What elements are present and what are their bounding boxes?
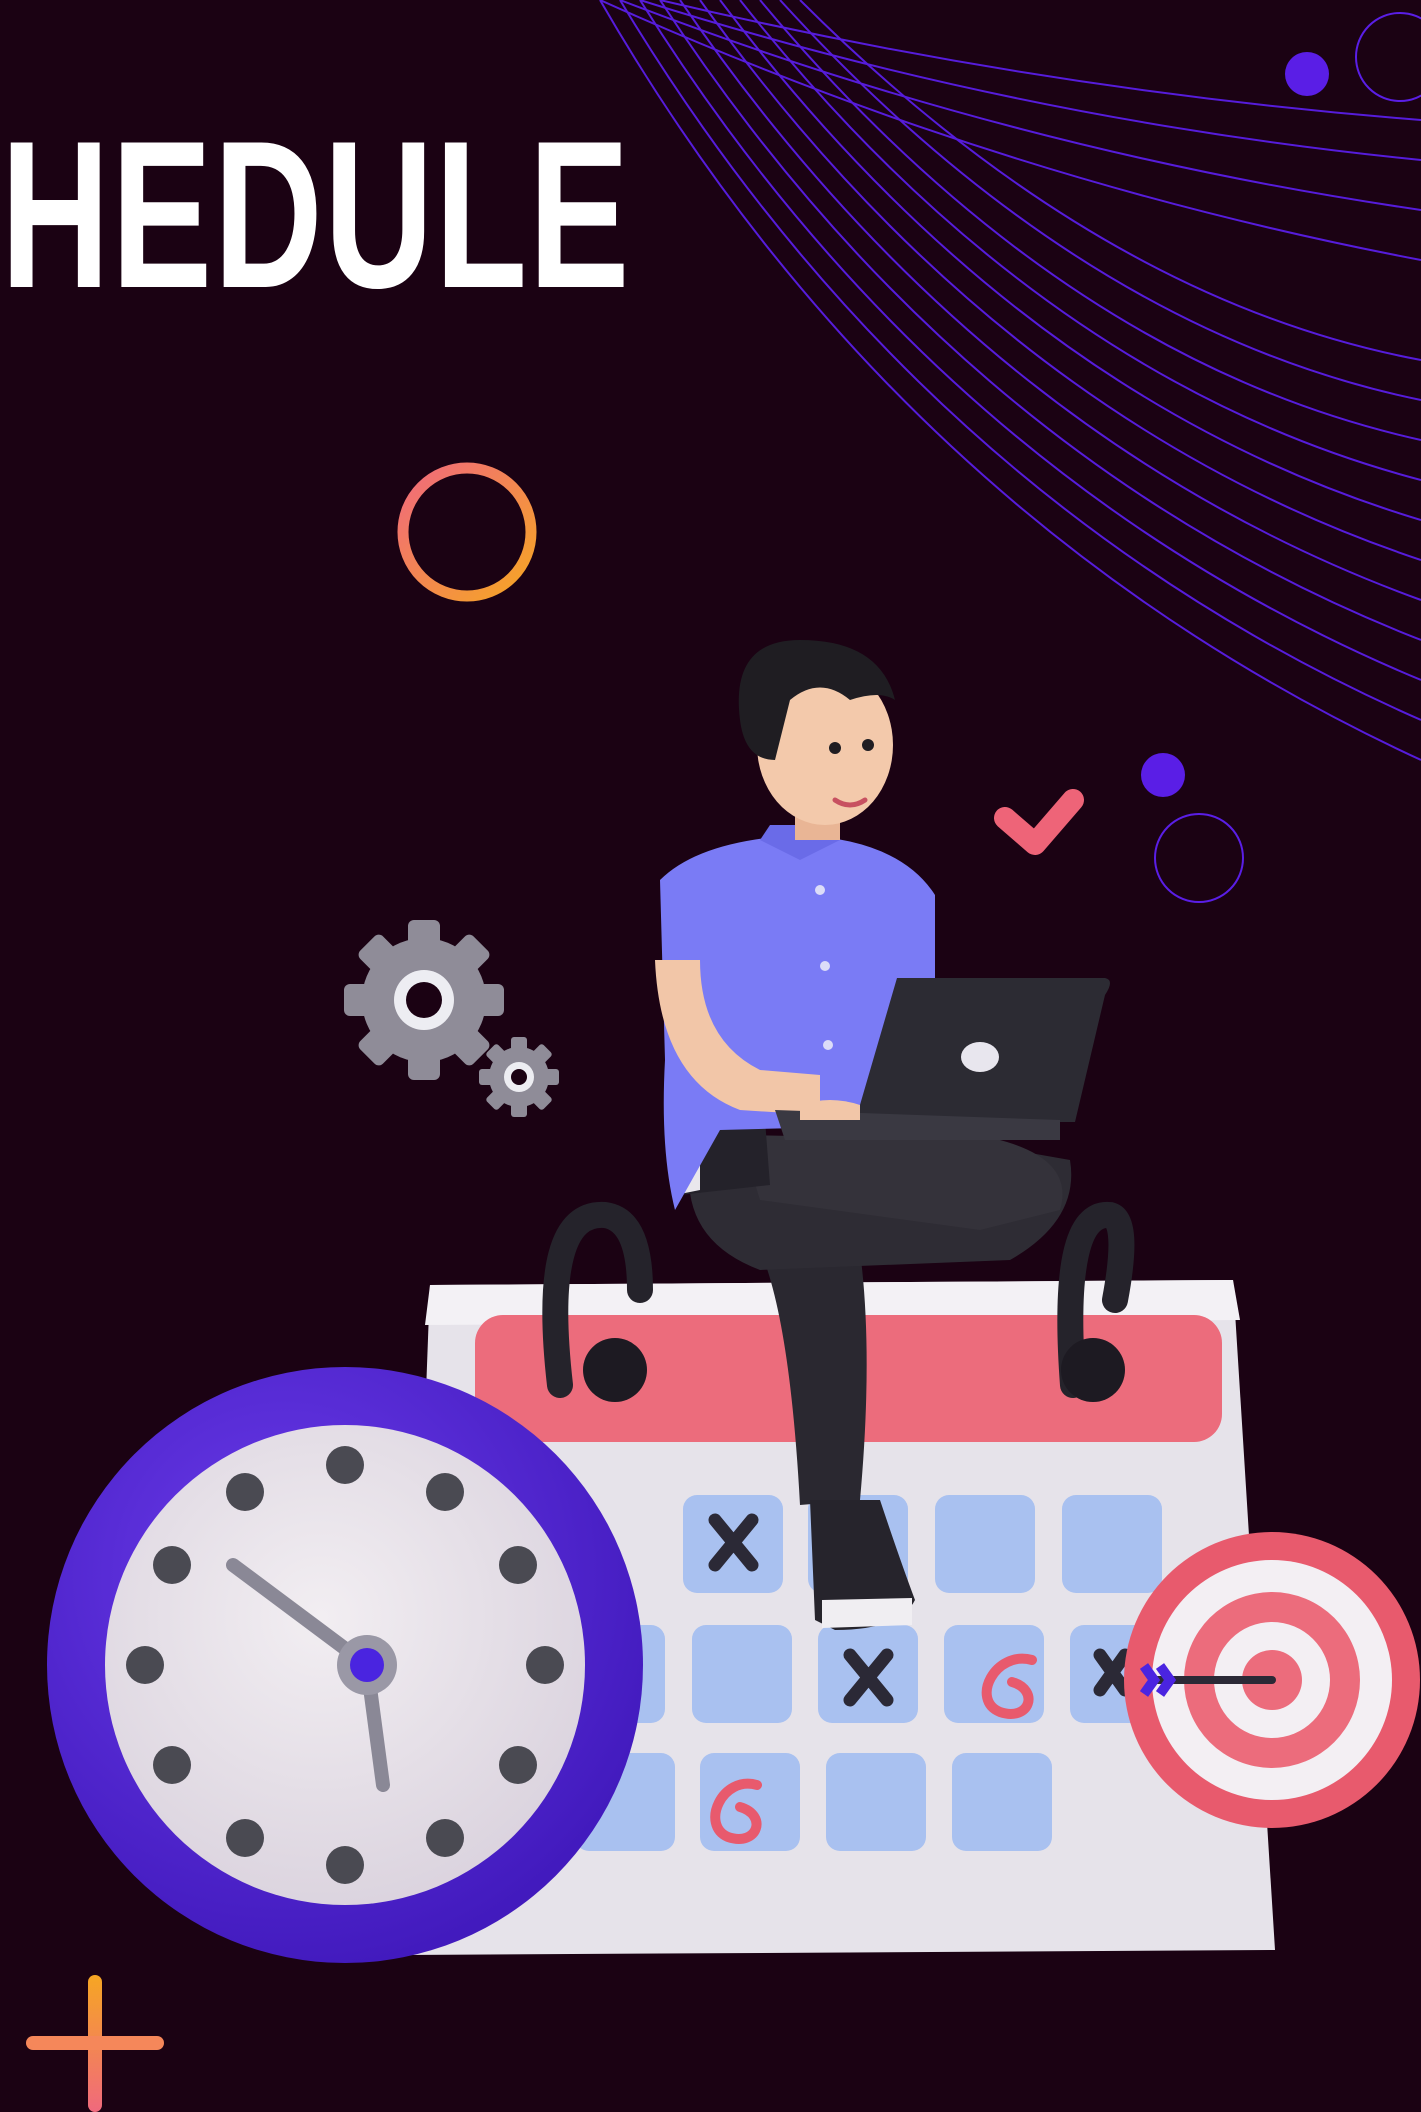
purple-dot-icon [1285,52,1329,96]
plus-icon [26,1975,164,2112]
schedule-poster: CHEDULE [0,0,1421,2112]
decorative-lines [599,0,1421,761]
checkmark-icon [994,789,1084,855]
gear-icon [479,1037,559,1117]
gear-icon [344,920,504,1080]
clock-icon [47,1367,643,1963]
ring-icon [397,462,537,602]
ring-outline-icon [1154,813,1244,903]
ring-outline-icon [1355,12,1421,102]
purple-dot-icon [1141,753,1185,797]
illustration [26,0,1421,2112]
target-icon [1124,1532,1420,1828]
